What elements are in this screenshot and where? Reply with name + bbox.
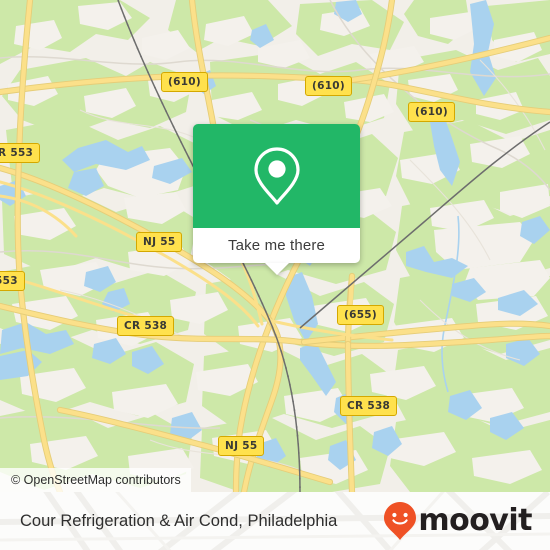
road-shield: (655) (337, 305, 385, 325)
road-shield: (610) (305, 76, 353, 96)
road-shield: NJ 55 (218, 436, 265, 456)
footer-bar: Cour Refrigeration & Air Cond, Philadelp… (0, 492, 550, 550)
road-shield: CR 538 (340, 396, 398, 416)
road-shield: R 553 (0, 143, 41, 163)
attribution-text: © OpenStreetMap contributors (11, 473, 181, 487)
map-screenshot-root: .g { fill:#cde8a8; } .w { fill:#a9d2ef; … (0, 0, 550, 550)
popup-icon-panel (193, 124, 360, 228)
location-popup-card[interactable]: Take me there (193, 124, 360, 275)
map-attribution[interactable]: © OpenStreetMap contributors (0, 468, 191, 492)
popup-pointer-arrow (264, 263, 289, 275)
popup-action-panel[interactable]: Take me there (193, 228, 360, 263)
moovit-pin-icon (384, 502, 417, 540)
map-viewport[interactable]: .g { fill:#cde8a8; } .w { fill:#a9d2ef; … (0, 0, 550, 492)
road-shield: 553 (0, 271, 25, 291)
road-shield: (610) (408, 102, 456, 122)
road-shield: CR 538 (117, 316, 175, 336)
road-shield: (610) (161, 72, 209, 92)
place-title: Cour Refrigeration & Air Cond, Philadelp… (20, 511, 338, 530)
take-me-there-label: Take me there (228, 237, 325, 254)
moovit-wordmark: moovit (418, 503, 532, 538)
map-pin-icon (253, 147, 300, 205)
moovit-logo[interactable]: moovit (383, 501, 532, 541)
road-shield: NJ 55 (136, 232, 183, 252)
